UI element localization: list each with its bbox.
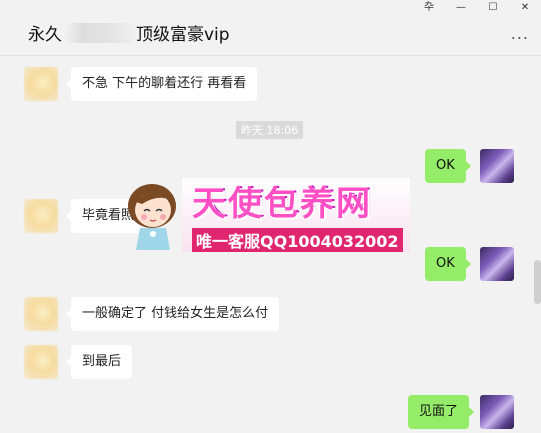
minimize-icon[interactable]: — bbox=[445, 0, 477, 16]
more-options-icon[interactable]: ... bbox=[511, 24, 529, 43]
message-bubble-incoming: 不急 下午的聊着还行 再看看 bbox=[65, 67, 258, 101]
user-avatar[interactable] bbox=[480, 247, 514, 281]
message-bubble-outgoing: 见面了 bbox=[408, 395, 475, 429]
contact-avatar[interactable] bbox=[24, 199, 58, 233]
redacted-name-blur bbox=[64, 22, 136, 43]
user-avatar[interactable] bbox=[480, 395, 514, 429]
chat-title-suffix: 顶级富豪vip bbox=[136, 25, 230, 45]
window-controls: 卆 — ☐ ✕ bbox=[413, 0, 541, 16]
message-bubble-outgoing: OK bbox=[425, 247, 471, 281]
chat-title-prefix: 永久 bbox=[28, 25, 62, 45]
message-timestamp: 昨天 18:06 bbox=[236, 121, 304, 139]
chat-title: 永久 顶级富豪vip bbox=[28, 20, 230, 45]
close-icon[interactable]: ✕ bbox=[509, 0, 541, 16]
chat-scrollbar[interactable] bbox=[534, 260, 541, 304]
cartoon-girl-icon bbox=[128, 184, 176, 250]
message-bubble-incoming: 到最后 bbox=[65, 345, 133, 379]
watermark-overlay: 天使包养网 唯一客服QQ1004032002 bbox=[122, 176, 412, 254]
maximize-icon[interactable]: ☐ bbox=[477, 0, 509, 16]
watermark-subtitle: 唯一客服QQ1004032002 bbox=[192, 228, 403, 252]
chat-header: 永久 顶级富豪vip 卆 — ☐ ✕ ... bbox=[0, 0, 541, 56]
watermark-title: 天使包养网 bbox=[192, 184, 372, 224]
contact-avatar[interactable] bbox=[24, 345, 58, 379]
message-bubble-outgoing: OK bbox=[425, 149, 471, 183]
contact-avatar[interactable] bbox=[24, 67, 58, 101]
user-avatar[interactable] bbox=[480, 149, 514, 183]
message-bubble-incoming: 一般确定了 付钱给女生是怎么付 bbox=[65, 297, 280, 331]
pin-icon[interactable]: 卆 bbox=[413, 0, 445, 16]
contact-avatar[interactable] bbox=[24, 297, 58, 331]
